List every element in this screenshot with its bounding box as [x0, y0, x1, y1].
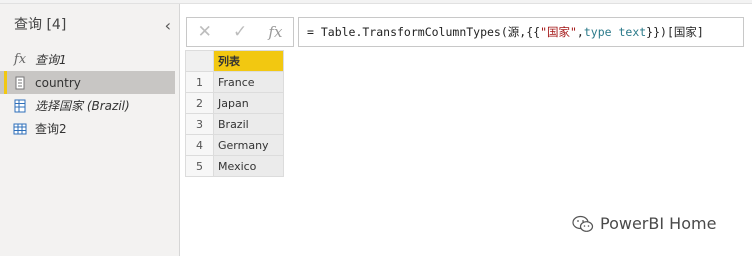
query-item-country[interactable]: country	[0, 71, 175, 94]
wechat-icon	[572, 215, 594, 232]
collapse-pane-chevron-icon[interactable]: ‹	[165, 16, 171, 35]
queries-pane-header: 查询 [4] ‹	[0, 4, 179, 44]
formula-prefix: = Table.TransformColumnTypes(源,{{	[307, 25, 541, 39]
check-icon[interactable]: ✓	[233, 22, 247, 42]
row-number[interactable]: 5	[185, 155, 214, 177]
fx-icon: fx	[13, 52, 27, 67]
query-item-label: country	[35, 75, 81, 90]
query-item-select-country[interactable]: 选择国家 (Brazil)	[0, 94, 179, 117]
table-row: 3 Brazil	[185, 113, 284, 135]
table-cell[interactable]: Brazil	[213, 113, 284, 135]
row-number[interactable]: 4	[185, 134, 214, 156]
query-item-2[interactable]: 查询2	[0, 117, 179, 140]
queries-pane: 查询 [4] ‹ fx 查询1 country 选择国家 (Brazil) 查询…	[0, 4, 180, 256]
table-row: 1 France	[185, 71, 284, 93]
data-grid: 列表 1 France 2 Japan 3 Brazil 4 Germany 5…	[185, 50, 284, 177]
table-cell[interactable]: Japan	[213, 92, 284, 114]
query-item-1[interactable]: fx 查询1	[0, 48, 179, 71]
query-item-label: 查询1	[35, 53, 67, 67]
cancel-icon[interactable]: ✕	[198, 22, 212, 42]
row-number[interactable]: 2	[185, 92, 214, 114]
formula-suffix: }})[国家]	[646, 25, 704, 39]
row-number[interactable]: 1	[185, 71, 214, 93]
list-icon	[13, 76, 27, 90]
query-item-label: 查询2	[35, 122, 67, 136]
query-list: fx 查询1 country 选择国家 (Brazil) 查询2	[0, 48, 179, 140]
formula-string-token: "国家"	[540, 25, 577, 39]
queries-pane-title: 查询 [4]	[14, 17, 67, 33]
table-row: 5 Mexico	[185, 155, 284, 177]
record-icon	[13, 99, 27, 113]
watermark-text: PowerBI Home	[600, 214, 717, 233]
formula-bar: ✕ ✓ fx = Table.TransformColumnTypes(源,{{…	[186, 17, 744, 47]
table-cell[interactable]: Germany	[213, 134, 284, 156]
formula-input[interactable]: = Table.TransformColumnTypes(源,{{"国家", t…	[298, 17, 744, 47]
table-row: 4 Germany	[185, 134, 284, 156]
fx-icon[interactable]: fx	[268, 23, 282, 41]
table-cell[interactable]: Mexico	[213, 155, 284, 177]
table-row: 2 Japan	[185, 92, 284, 114]
formula-bar-buttons: ✕ ✓ fx	[186, 17, 294, 47]
grid-corner[interactable]	[185, 50, 214, 72]
table-icon	[13, 122, 27, 136]
row-number[interactable]: 3	[185, 113, 214, 135]
column-header[interactable]: 列表	[213, 50, 284, 72]
query-item-label: 选择国家 (Brazil)	[35, 99, 130, 113]
formula-keyword-token: type text	[583, 25, 647, 39]
table-cell[interactable]: France	[213, 71, 284, 93]
watermark: PowerBI Home	[572, 214, 716, 233]
formula-separator: ,	[576, 25, 584, 39]
